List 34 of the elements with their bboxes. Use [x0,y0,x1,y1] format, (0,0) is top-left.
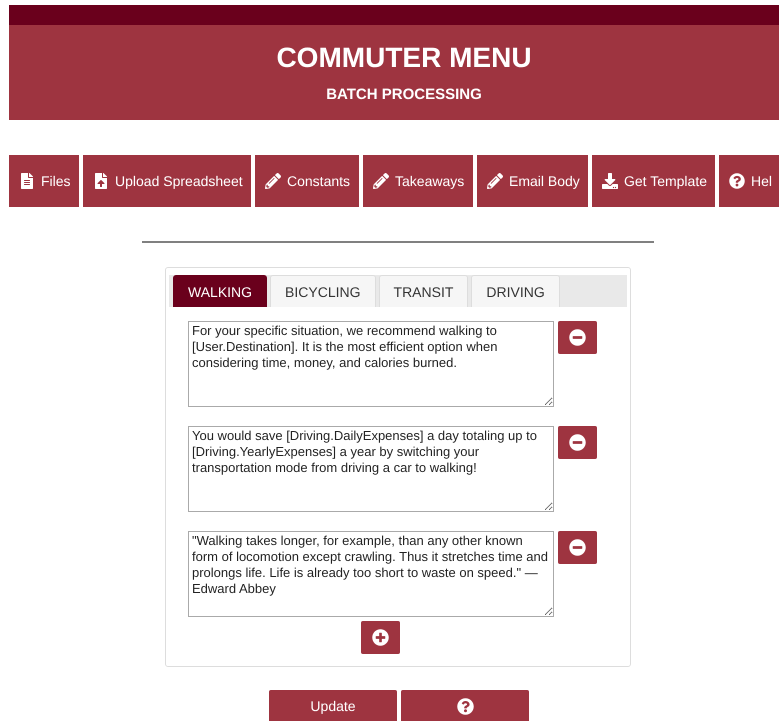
tab[interactable]: DRIVING [471,275,560,307]
remove-button[interactable] [558,531,597,564]
message-field[interactable]: You would save [Driving.DailyExpenses] a day totaling up to [Driving.YearlyExpenses] a year by switching your transportation mode from driving a car to walking! [188,426,554,512]
minus-icon [569,329,586,346]
pencil-icon [373,173,389,189]
pencil-icon [265,173,281,189]
plus-icon [372,629,388,646]
menu-button[interactable]: Takeaways [363,155,473,207]
help-icon [729,173,745,189]
message-field[interactable]: For your specific situation, we recommend walking to [User.Destination]. It is the most efficient option when considering time, money, and calories burned. [188,321,554,407]
page-title: COMMUTER MENU [276,42,532,74]
minus-icon [569,434,586,451]
tab[interactable]: BICYCLING [270,275,376,307]
minus-icon [569,539,586,556]
help-button[interactable] [401,690,529,721]
tab[interactable]: TRANSIT [378,275,468,307]
remove-button[interactable] [558,426,597,459]
download-icon [602,173,618,189]
message-field[interactable]: "Walking takes longer, for example, than any other known form of locomotion except crawling. Thus it stretches time and prolongs life. Life is already too short to waste on speed." — Edward Abbey [188,531,554,617]
menu-button[interactable]: Hel [719,155,779,207]
upload-icon [93,173,109,189]
page-subtitle: BATCH PROCESSING [326,86,482,103]
pencil-icon [487,173,503,189]
document-icon [19,173,35,189]
menu-button[interactable]: Constants [255,155,359,207]
menu-button[interactable]: Upload Spreadsheet [83,155,251,207]
remove-button[interactable] [558,321,597,354]
update-button[interactable]: Update [269,690,397,721]
menu-button[interactable]: Get Template [592,155,715,207]
tab[interactable]: WALKING [173,275,268,307]
help-icon [456,698,474,714]
add-button[interactable] [360,621,400,654]
menu-button[interactable]: Email Body [477,155,588,207]
menu-button[interactable]: Files [9,155,79,207]
